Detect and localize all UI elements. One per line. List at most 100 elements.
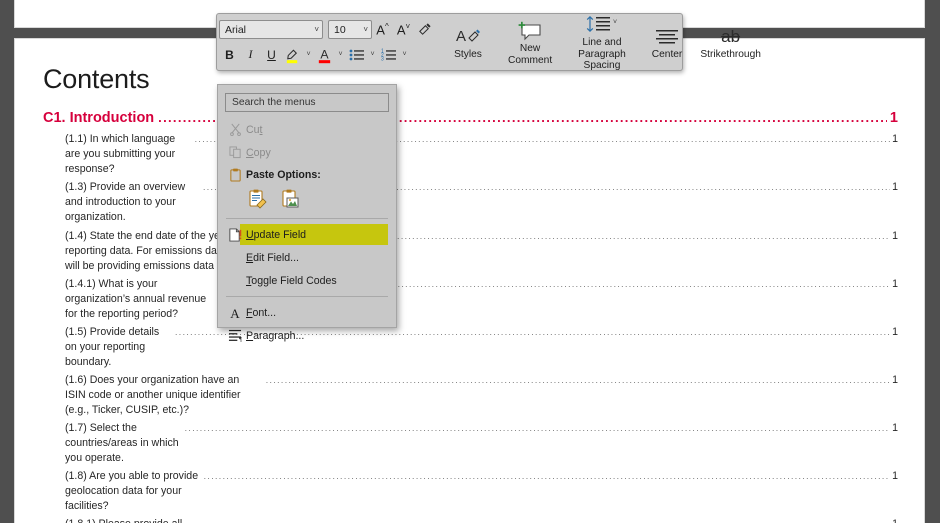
new-comment-label-line2: Comment — [508, 54, 553, 66]
font-icon: A — [230, 306, 240, 320]
grow-font-button[interactable]: A^ — [372, 19, 393, 41]
toc-entry-text: (1.5) Provide details on your reporting … — [65, 325, 160, 368]
format-painter-button[interactable] — [414, 19, 435, 41]
bullets-chevron-down-icon[interactable]: ˅ — [367, 44, 378, 66]
mini-formatting-toolbar[interactable]: Arial ˅ 10 ˅ A^ A˅ B I U ˅ A ˅ ˅ 1 2 3 ˅… — [216, 11, 761, 72]
toc-leader-dots: ........................................… — [184, 422, 891, 434]
italic-button[interactable]: I — [240, 44, 261, 66]
align-center-icon — [654, 25, 680, 49]
bullets-button[interactable] — [346, 44, 367, 66]
context-menu-item-edit-field[interactable]: Edit Field... — [218, 246, 396, 269]
menu-item-label: Update Field — [246, 228, 307, 241]
toc-entry[interactable]: (1.8.1) Please provide all available geo… — [65, 516, 898, 523]
scissors-icon — [229, 123, 241, 136]
toc-entry[interactable]: (1.3) Provide an overview and introducti… — [65, 179, 898, 227]
shrink-font-icon: A˅ — [396, 21, 411, 38]
keep-source-formatting-icon[interactable] — [244, 187, 270, 211]
context-menu[interactable]: Search the menus Cut Copy Paste Options: Up… — [217, 84, 397, 342]
menu-item-label: Copy — [246, 146, 271, 159]
center-button[interactable]: Center — [646, 23, 689, 61]
menu-item-label: Toggle Field Codes — [246, 274, 337, 287]
page-content: Contents C1. Introduction...............… — [43, 64, 898, 523]
menu-item-label: Paragraph... — [246, 329, 305, 342]
toc-entry-page: 1 — [892, 277, 898, 290]
toc-entry-page: 1 — [892, 373, 898, 386]
svg-text:3: 3 — [381, 56, 384, 61]
line-and-paragraph-spacing-button[interactable]: ˅ Line and Paragraph Spacing — [572, 11, 632, 72]
toc-entry-page: 1 — [892, 133, 898, 146]
toc-entry-page: 1 — [892, 421, 898, 434]
context-menu-item-toggle-field-codes[interactable]: Toggle Field Codes — [218, 269, 396, 292]
font-row-bottom: B I U ˅ A ˅ ˅ 1 2 3 ˅ — [217, 42, 437, 67]
toc-entry-text: (1.7) Select the countries/areas in whic… — [65, 421, 179, 464]
toc-entry-text: (1.8.1) Please provide all available geo… — [65, 517, 210, 523]
new-comment-button[interactable]: New Comment — [502, 17, 558, 67]
line-spacing-icon: ˅ — [584, 13, 620, 37]
scissors-icon — [224, 123, 246, 136]
toc-entry-text: (1.3) Provide an overview and introducti… — [65, 181, 186, 224]
strikethrough-glyph: ab — [721, 27, 741, 47]
toc-entry[interactable]: (1.6) Does your organization have an ISI… — [65, 371, 898, 419]
styles-group: A Styles — [445, 14, 491, 70]
paragraph-icon: ¶ — [224, 329, 246, 342]
strikethrough-group: ab Strikethrough — [691, 14, 770, 70]
context-menu-divider — [226, 218, 388, 219]
font-color-chevron-down-icon[interactable]: ˅ — [335, 44, 346, 66]
context-menu-item-cut: Cut — [218, 118, 396, 141]
chevron-down-icon: ˅ — [363, 25, 368, 34]
bullet-list-icon — [349, 49, 364, 60]
toc-heading-page: 1 — [889, 109, 898, 126]
svg-text:A: A — [456, 28, 466, 45]
toc-entry[interactable]: (1.1) In which language are you submitti… — [65, 131, 898, 179]
font-group: Arial ˅ 10 ˅ A^ A˅ B I U ˅ A ˅ ˅ 1 2 3 ˅ — [217, 14, 437, 70]
strikethrough-button[interactable]: ab Strikethrough — [694, 23, 767, 61]
font-color-button[interactable]: A — [314, 44, 335, 66]
search-the-menus-input[interactable]: Search the menus — [225, 93, 389, 112]
toc-entry-page: 1 — [892, 325, 898, 338]
font-color-icon: A — [318, 47, 331, 64]
text-highlight-color-button[interactable] — [282, 44, 303, 66]
bold-button[interactable]: B — [219, 44, 240, 66]
search-placeholder-text: Search the menus — [232, 97, 316, 108]
numbering-button[interactable]: 1 2 3 — [378, 44, 399, 66]
format-painter-icon — [419, 23, 431, 35]
toc-entry[interactable]: (1.4) State the end date of the year for… — [65, 227, 898, 275]
font-icon: A — [224, 306, 246, 320]
shrink-font-button[interactable]: A˅ — [393, 19, 414, 41]
context-menu-item-update-field[interactable]: Update Field — [218, 223, 396, 246]
menu-item-label: Cut — [246, 123, 263, 136]
paragraph-icon: ¶ — [228, 329, 242, 342]
font-name-combo[interactable]: Arial ˅ — [219, 20, 323, 39]
center-group: Center — [643, 14, 692, 70]
toc-leader-dots: ........................................… — [213, 518, 890, 523]
toc-heading[interactable]: C1. Introduction........................… — [43, 109, 898, 127]
strikethrough-icon: ab — [721, 25, 740, 49]
toc-entry[interactable]: (1.8) Are you able to provide geolocatio… — [65, 467, 898, 515]
styles-label: Styles — [454, 48, 482, 60]
picture-paste-icon[interactable] — [277, 187, 303, 211]
highlight-chevron-down-icon[interactable]: ˅ — [303, 44, 314, 66]
font-size-combo[interactable]: 10 ˅ — [328, 20, 372, 39]
toc-entry-text: (1.1) In which language are you submitti… — [65, 133, 176, 176]
toc-leader-dots: ........................................… — [347, 230, 890, 242]
update-field-icon — [229, 227, 242, 242]
clipboard-icon — [224, 168, 246, 182]
line-spacing-label-line1: Line and — [582, 37, 622, 49]
menu-item-label: Font... — [246, 306, 277, 319]
line-spacing-group: ˅ Line and Paragraph Spacing — [569, 11, 635, 72]
grow-font-icon: A^ — [376, 21, 389, 38]
styles-button[interactable]: A Styles — [448, 23, 488, 61]
document-page[interactable]: Contents C1. Introduction...............… — [14, 38, 925, 523]
numbering-chevron-down-icon[interactable]: ˅ — [399, 44, 410, 66]
context-menu-item-paste-options: Paste Options: — [218, 164, 396, 186]
toc-entry-page: 1 — [892, 181, 898, 194]
underline-button[interactable]: U — [261, 44, 282, 66]
context-menu-item-paragraph[interactable]: ¶ Paragraph... — [218, 324, 396, 347]
font-row-top: Arial ˅ 10 ˅ A^ A˅ — [217, 17, 437, 42]
toc-entry[interactable]: (1.4.1) What is your organization’s annu… — [65, 275, 898, 323]
font-name-value: Arial — [225, 23, 247, 36]
context-menu-divider — [226, 296, 388, 297]
toc-entry[interactable]: (1.5) Provide details on your reporting … — [65, 323, 898, 371]
toc-entry[interactable]: (1.7) Select the countries/areas in whic… — [65, 419, 898, 467]
context-menu-item-font[interactable]: A Font... — [218, 301, 396, 324]
